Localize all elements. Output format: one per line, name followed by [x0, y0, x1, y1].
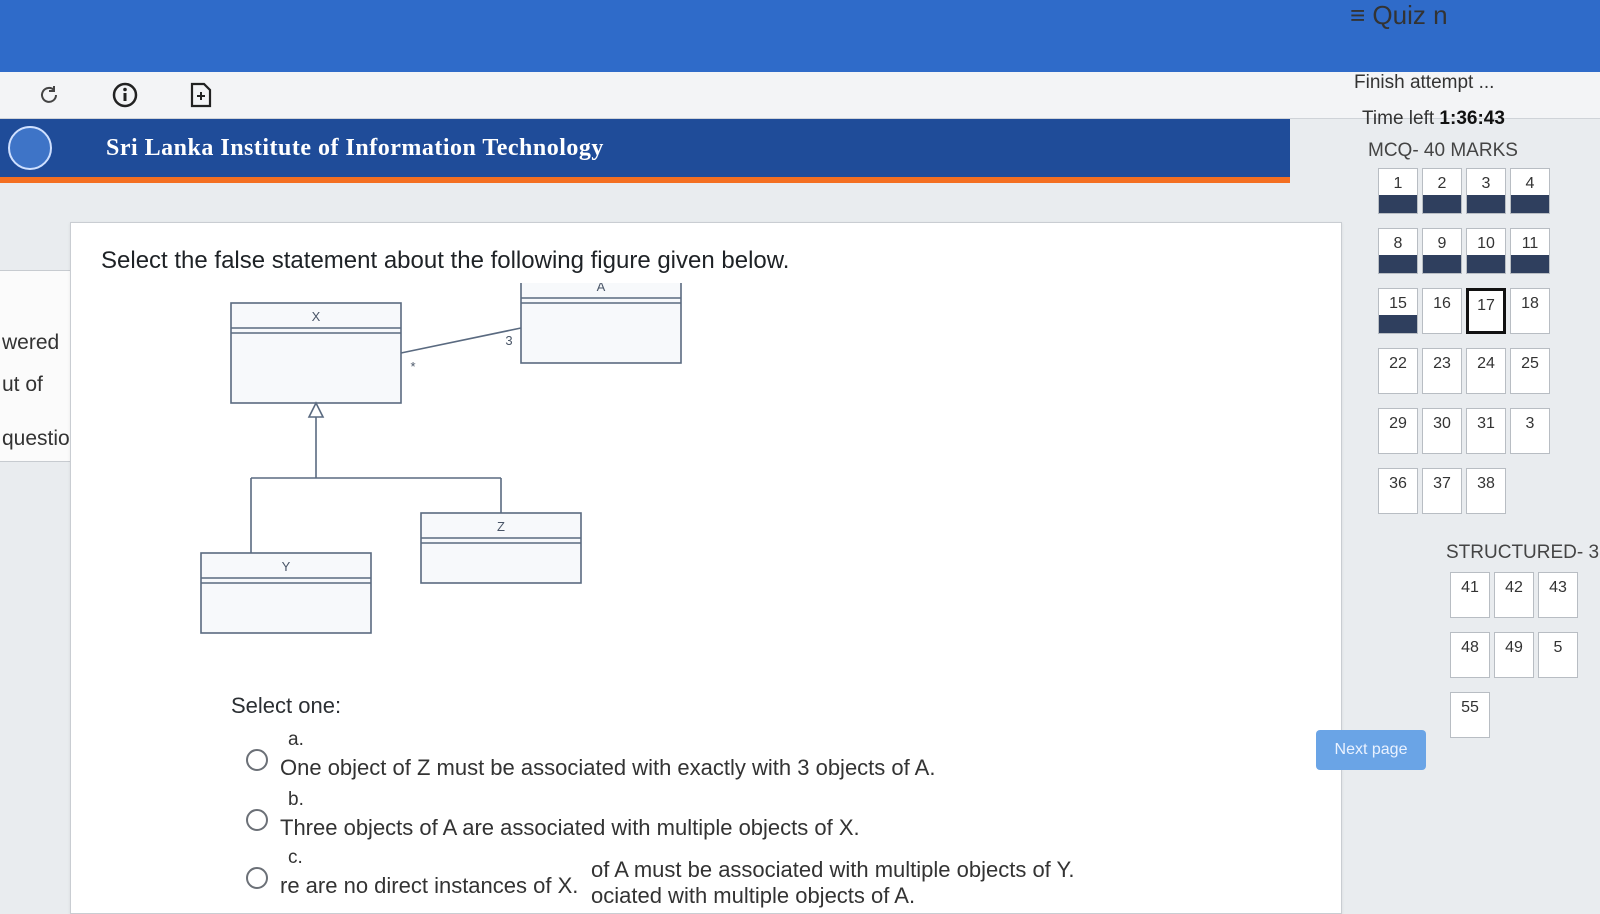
quiz-nav-button[interactable]: 49: [1494, 632, 1534, 678]
option-text: Three objects of A are associated with m…: [280, 815, 860, 840]
institute-logo: [8, 126, 52, 170]
uml-class-diagram: X A Y Z * 3: [200, 283, 682, 634]
time-left: Time left 1:36:43: [1362, 108, 1505, 130]
radio-c[interactable]: [246, 867, 268, 889]
option-text: re are no direct instances of X.: [280, 873, 579, 898]
quiz-nav-button[interactable]: 17: [1466, 288, 1506, 334]
quiz-nav-button[interactable]: 4: [1510, 168, 1550, 214]
quiz-nav-button[interactable]: 29: [1378, 408, 1418, 454]
generalization-arrow: [307, 401, 325, 418]
quiz-nav-button[interactable]: 48: [1450, 632, 1490, 678]
multiplicity-a: 3: [505, 333, 512, 348]
radio-a[interactable]: [246, 749, 268, 771]
quiz-navigation: ≡ Quiz n Finish attempt ... Time left 1:…: [1350, 0, 1600, 900]
menu-icon[interactable]: ≡: [1350, 0, 1365, 30]
quiz-nav-button[interactable]: 3: [1510, 408, 1550, 454]
quiz-nav-button[interactable]: 36: [1378, 468, 1418, 514]
quiz-nav-button[interactable]: 5: [1538, 632, 1578, 678]
quiz-nav-button[interactable]: 55: [1450, 692, 1490, 738]
quiz-nav-button[interactable]: 16: [1422, 288, 1462, 334]
structured-section-label: STRUCTURED- 3: [1446, 542, 1600, 563]
quiz-nav-button[interactable]: 22: [1378, 348, 1418, 394]
quiz-nav-button[interactable]: 24: [1466, 348, 1506, 394]
mcq-section-label: MCQ- 40 MARKS: [1368, 140, 1518, 161]
option-letter: a.: [288, 729, 304, 750]
class-a-label: A: [597, 283, 606, 294]
quiz-nav-button[interactable]: 15: [1378, 288, 1418, 334]
page-icon[interactable]: [186, 80, 216, 110]
mcq-nav-grid: 1 2 3 4 8 9 10 11 15 16 17 18 22 23 24 25 29 30 31 3 36 37 38: [1378, 168, 1550, 514]
structured-nav-grid: 41 42 43 48 49 5 55: [1450, 572, 1578, 738]
option-text: One object of Z must be associated with …: [280, 755, 936, 780]
select-one-label: Select one:: [231, 693, 342, 718]
quiz-nav-button[interactable]: 37: [1422, 468, 1462, 514]
finish-attempt-link[interactable]: Finish attempt ...: [1354, 72, 1494, 94]
class-a-box: [520, 283, 682, 364]
option-text: of A must be associated with multiple ob…: [591, 857, 1075, 882]
time-left-label: Time left: [1362, 108, 1435, 129]
quiz-nav-button[interactable]: 23: [1422, 348, 1462, 394]
class-x-label: X: [312, 309, 321, 324]
quiz-nav-button[interactable]: 31: [1466, 408, 1506, 454]
info-answered-label: wered: [2, 331, 60, 354]
class-y-label: Y: [282, 559, 291, 574]
quiz-nav-button[interactable]: 1: [1378, 168, 1418, 214]
class-z-label: Z: [497, 519, 505, 534]
option-text: ociated with multiple objects of A.: [591, 883, 916, 908]
quiz-nav-button[interactable]: 30: [1422, 408, 1462, 454]
info-marks-label: ut of: [2, 373, 43, 396]
quiz-nav-button[interactable]: 10: [1466, 228, 1506, 274]
question-prompt: Select the false statement about the fol…: [101, 247, 790, 274]
question-panel: Select the false statement about the fol…: [70, 222, 1342, 914]
quiz-nav-button[interactable]: 18: [1510, 288, 1550, 334]
quiz-nav-button[interactable]: 38: [1466, 468, 1506, 514]
option-letter: b.: [288, 789, 304, 810]
quiz-nav-button[interactable]: 2: [1422, 168, 1462, 214]
option-letter: c.: [288, 847, 303, 868]
quiz-nav-button[interactable]: 41: [1450, 572, 1490, 618]
quiz-nav-button[interactable]: 3: [1466, 168, 1506, 214]
site-banner: Sri Lanka Institute of Information Techn…: [0, 119, 1290, 183]
quiz-nav-button[interactable]: 9: [1422, 228, 1462, 274]
info-icon[interactable]: [110, 80, 140, 110]
quiz-nav-button[interactable]: 11: [1510, 228, 1550, 274]
quiz-nav-title: ≡ Quiz n: [1350, 0, 1448, 30]
time-left-value: 1:36:43: [1439, 108, 1505, 129]
quiz-nav-button[interactable]: 25: [1510, 348, 1550, 394]
quiz-nav-button[interactable]: 42: [1494, 572, 1534, 618]
association-line: [400, 327, 522, 354]
reload-icon[interactable]: [34, 80, 64, 110]
institute-name: Sri Lanka Institute of Information Techn…: [106, 134, 604, 161]
quiz-nav-button[interactable]: 8: [1378, 228, 1418, 274]
quiz-nav-button[interactable]: 43: [1538, 572, 1578, 618]
radio-b[interactable]: [246, 809, 268, 831]
multiplicity-x: *: [410, 359, 415, 374]
